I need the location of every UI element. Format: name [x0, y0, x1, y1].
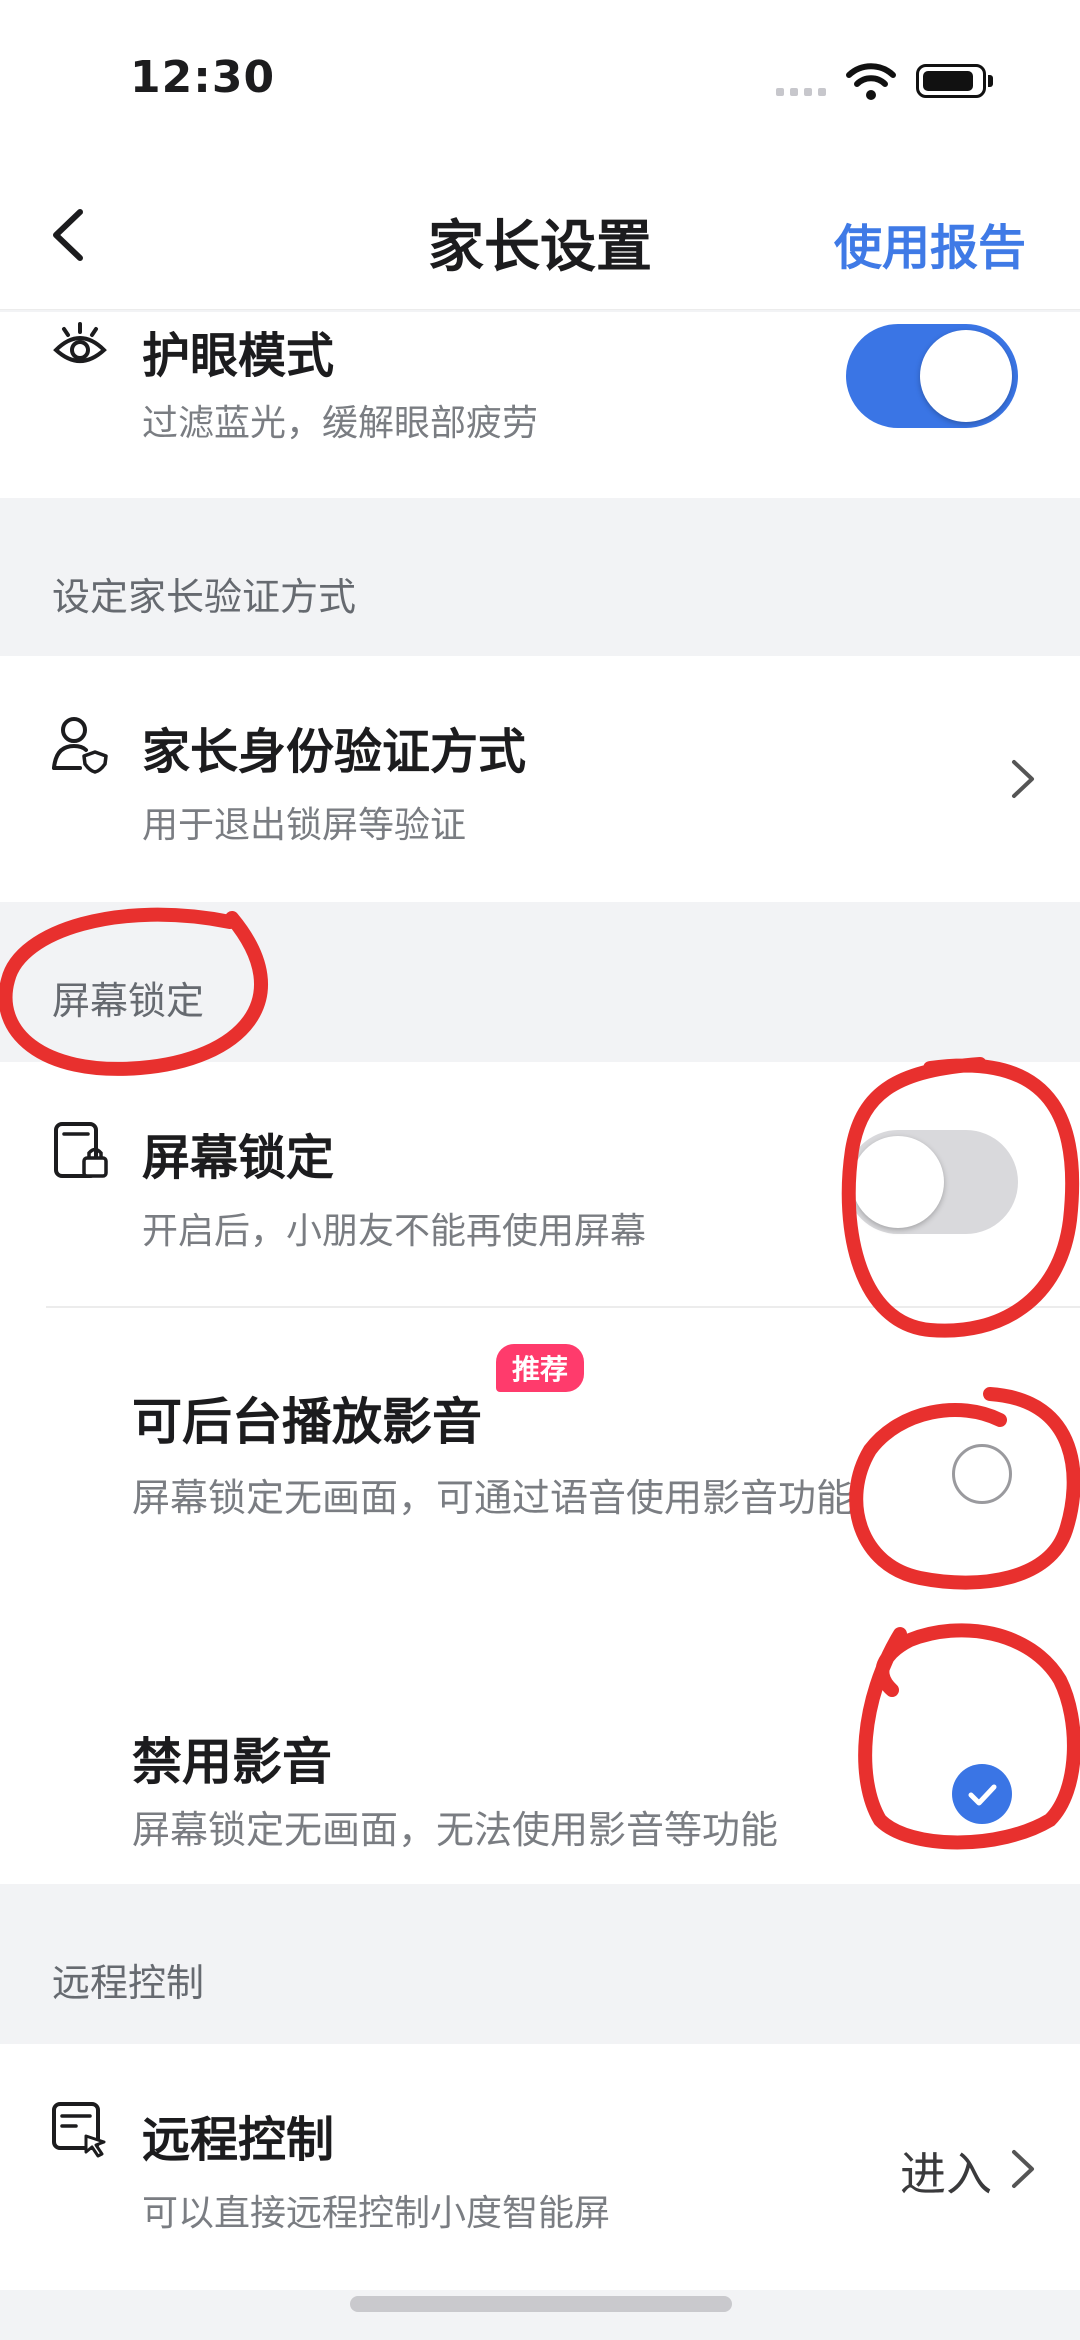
screen-lock-title: 屏幕锁定	[142, 1130, 335, 1186]
option-background-media-subtitle: 屏幕锁定无画面，可通过语音使用影音功能	[132, 1476, 855, 1520]
option-disable-media-subtitle: 屏幕锁定无画面，无法使用影音等功能	[132, 1808, 779, 1852]
section-header-verification: 设定家长验证方式	[52, 575, 357, 619]
section-header-remote: 远程控制	[52, 1961, 205, 2005]
eye-mode-title: 护眼模式	[142, 328, 335, 384]
recommended-badge: 推荐	[496, 1344, 585, 1392]
status-bar: 12:30	[0, 0, 1080, 160]
radio-disable-media[interactable]	[952, 1764, 1012, 1824]
status-time: 12:30	[130, 52, 276, 103]
enter-label: 进入	[900, 2147, 992, 2201]
parent-verification-row[interactable]: 家长身份验证方式 用于退出锁屏等验证	[0, 656, 1080, 902]
screen-lock-icon	[54, 1122, 108, 1178]
parent-verification-title: 家长身份验证方式	[142, 724, 527, 780]
screen-lock-subtitle: 开启后，小朋友不能再使用屏幕	[142, 1211, 647, 1252]
battery-icon	[916, 64, 993, 98]
section-header-screen-lock: 屏幕锁定	[52, 979, 205, 1023]
chevron-right-icon	[1012, 760, 1034, 798]
navigation-bar: 家长设置 使用报告	[0, 160, 1080, 310]
eye-mode-row: 护眼模式 过滤蓝光，缓解眼部疲劳	[0, 312, 1080, 498]
eye-mode-toggle[interactable]	[846, 324, 1018, 428]
wifi-icon	[846, 63, 896, 100]
chevron-right-icon	[1012, 2150, 1034, 2188]
screen-lock-card: 屏幕锁定 开启后，小朋友不能再使用屏幕 可后台播放影音 推荐 屏幕锁定无画面，可…	[0, 1062, 1080, 1884]
parent-verification-subtitle: 用于退出锁屏等验证	[142, 805, 467, 846]
radio-background-media[interactable]	[952, 1444, 1012, 1504]
remote-control-subtitle: 可以直接远程控制小度智能屏	[142, 2193, 611, 2234]
usage-report-link[interactable]: 使用报告	[834, 208, 1026, 278]
user-shield-icon	[52, 717, 108, 774]
remote-control-title: 远程控制	[142, 2112, 335, 2168]
option-disable-media-title: 禁用影音	[132, 1733, 332, 1791]
remote-control-icon	[52, 2102, 106, 2158]
screen-lock-toggle[interactable]	[846, 1130, 1018, 1234]
remote-control-row[interactable]: 远程控制 可以直接远程控制小度智能屏 进入	[0, 2044, 1080, 2290]
option-background-media-title: 可后台播放影音	[132, 1393, 482, 1451]
home-indicator	[350, 2296, 732, 2312]
checkmark-icon	[968, 1784, 997, 1806]
cellular-signal-icon	[776, 88, 828, 96]
eye-icon	[53, 322, 107, 363]
divider	[46, 1306, 1080, 1308]
eye-mode-subtitle: 过滤蓝光，缓解眼部疲劳	[142, 403, 539, 444]
